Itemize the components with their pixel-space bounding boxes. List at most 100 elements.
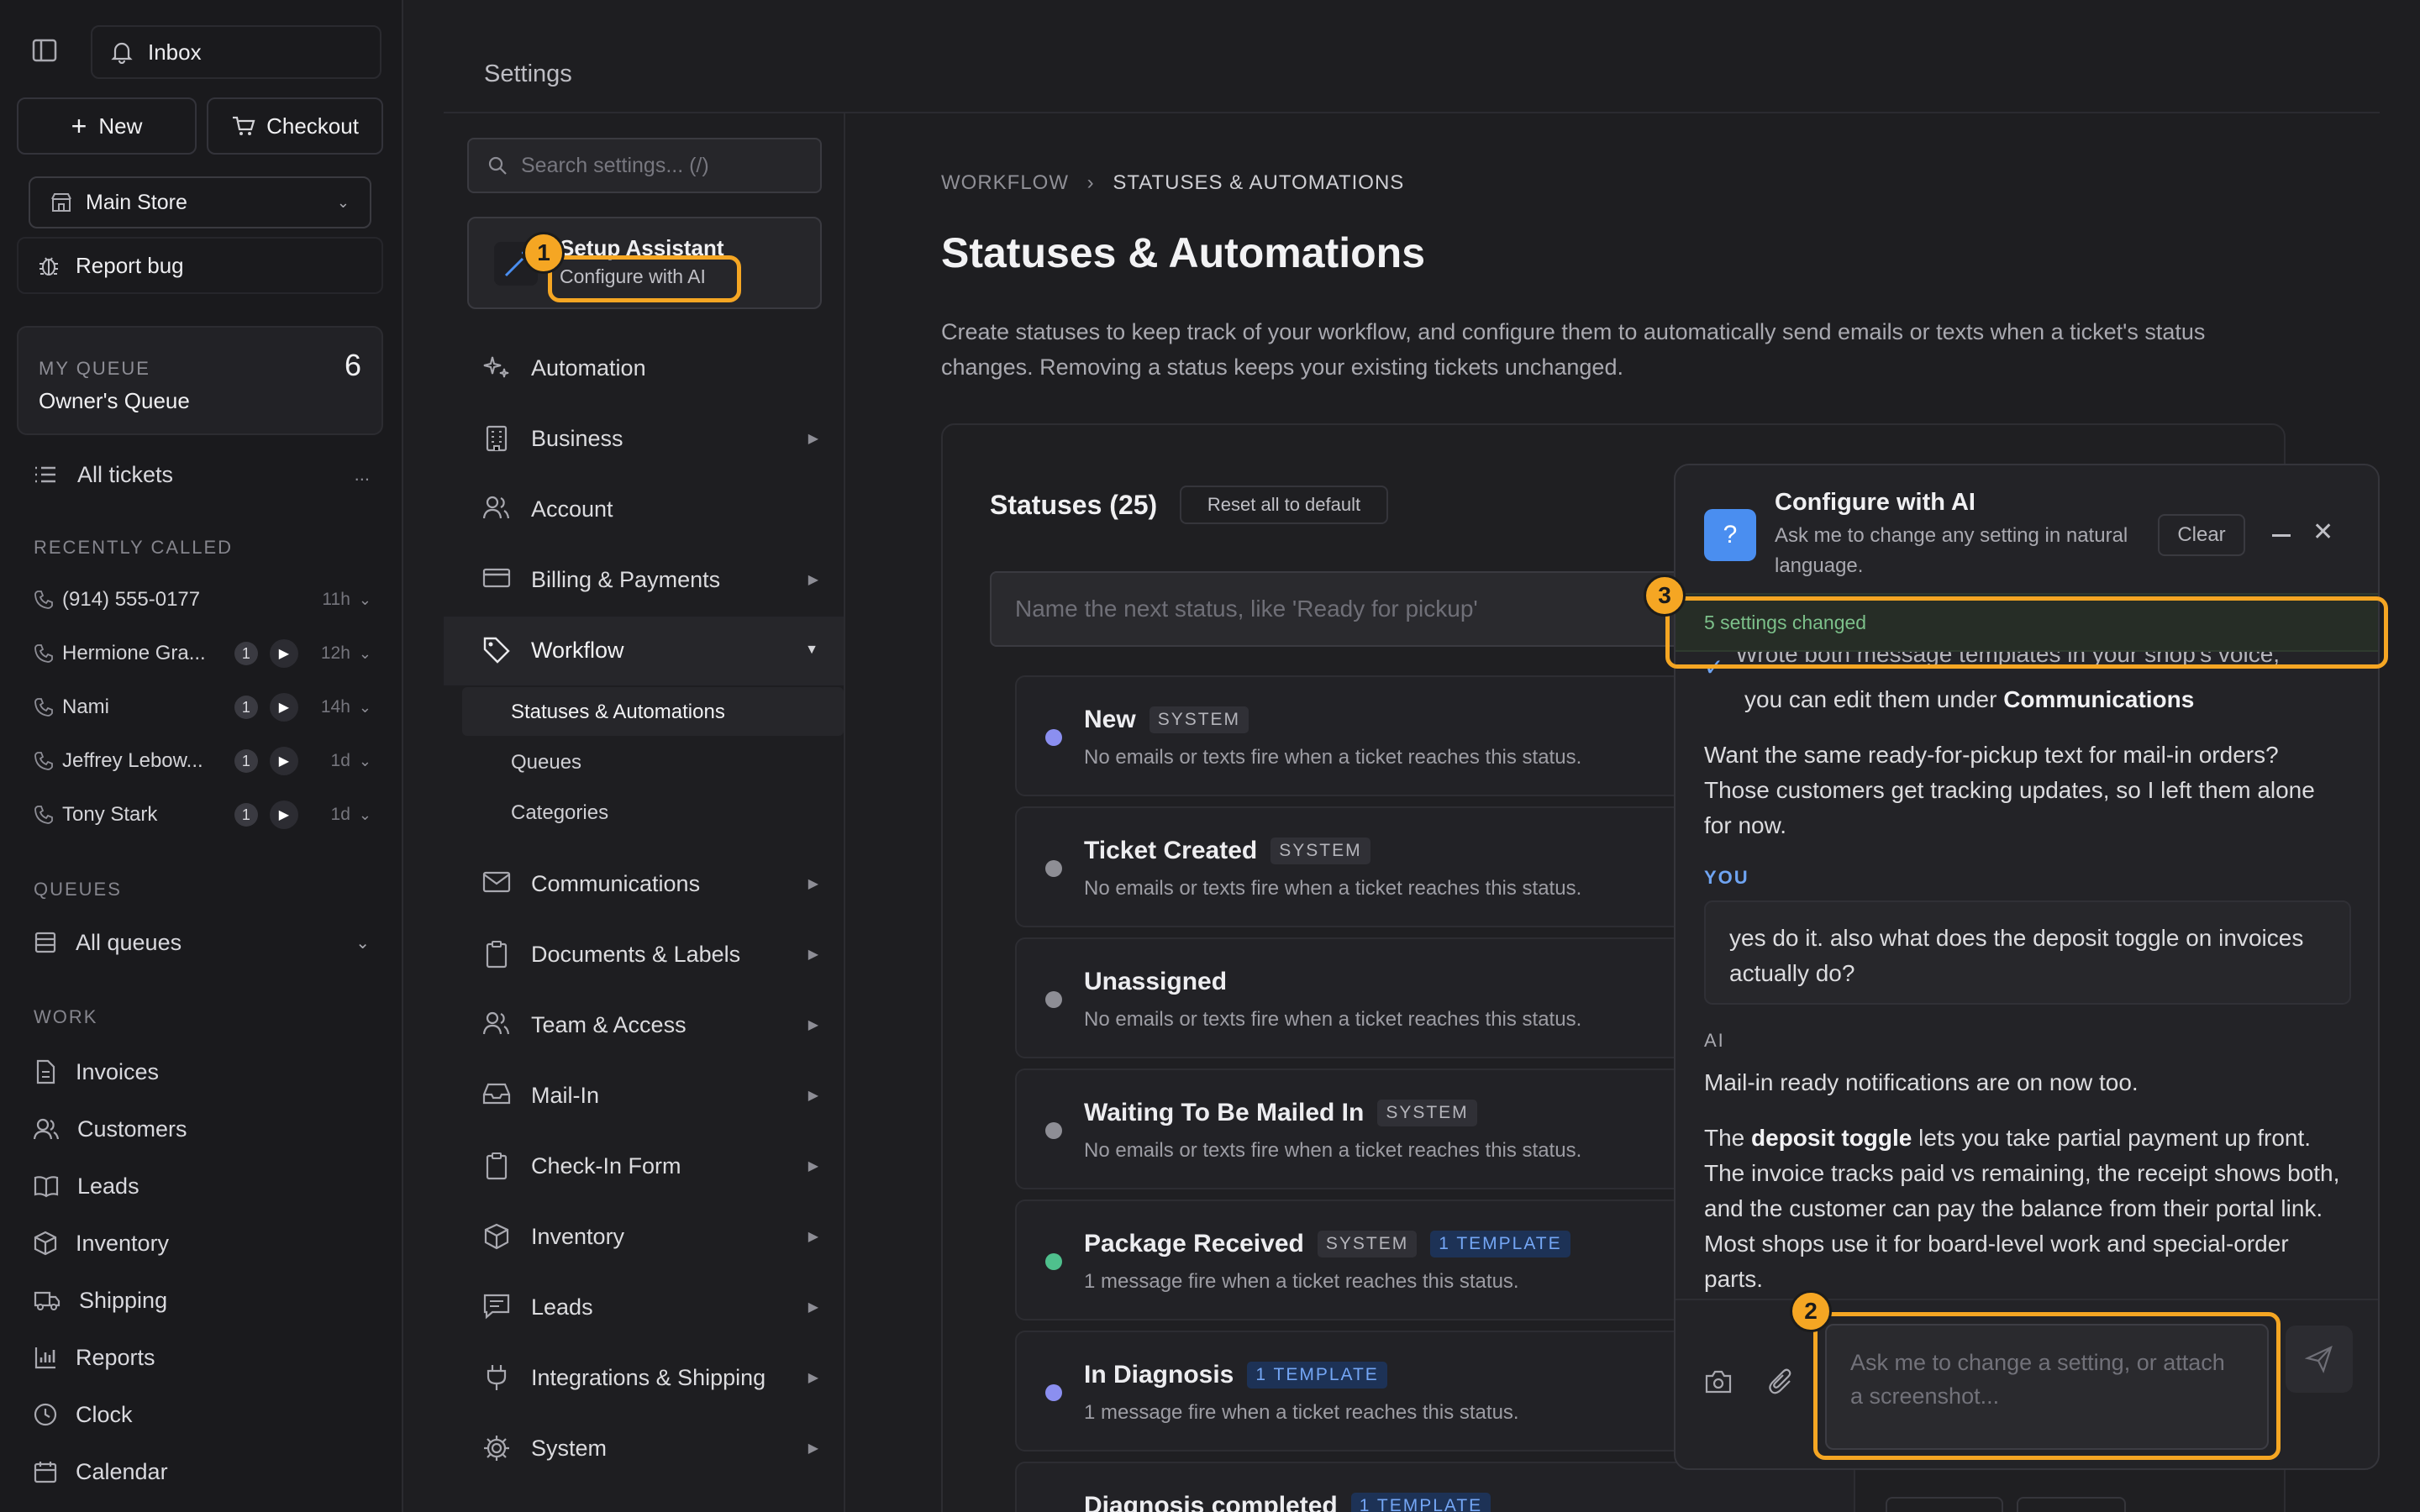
settings-menu-documents[interactable]: Documents & Labels ▶ [482, 936, 818, 973]
row-action-button[interactable] [2017, 1497, 2126, 1512]
call-row[interactable]: Hermione Gra... 1 ▶ 12h ⌄ [34, 637, 371, 670]
submenu-statuses[interactable]: Statuses & Automations [511, 701, 725, 724]
breadcrumb-workflow[interactable]: WORKFLOW [941, 171, 1069, 194]
play-icon[interactable]: ▶ [269, 639, 298, 668]
settings-menu-business[interactable]: Business ▶ [482, 420, 818, 457]
nav-invoices[interactable]: Invoices [34, 1055, 370, 1089]
settings-menu-check-in[interactable]: Check-In Form ▶ [482, 1147, 818, 1184]
settings-menu-account[interactable]: Account [482, 491, 818, 528]
nav-calendar[interactable]: Calendar [34, 1455, 370, 1488]
nav-clock[interactable]: Clock [34, 1398, 370, 1431]
bell-icon [111, 40, 133, 64]
settings-menu-inventory[interactable]: Inventory ▶ [482, 1218, 818, 1255]
settings-menu-team[interactable]: Team & Access ▶ [482, 1006, 818, 1043]
send-icon [2305, 1345, 2333, 1373]
you-label: YOU [1704, 867, 1749, 888]
caret-right-icon: ▶ [808, 573, 818, 587]
phone-icon [34, 697, 54, 717]
nav-label: Invoices [76, 1058, 160, 1084]
caret-right-icon: ▶ [808, 1159, 818, 1173]
report-bug-button[interactable]: Report bug [17, 237, 383, 294]
chevron-down-icon[interactable]: ⌄ [359, 753, 371, 770]
settings-menu-workflow[interactable]: Workflow ▼ [482, 632, 818, 669]
settings-menu-system[interactable]: System ▶ [482, 1430, 818, 1467]
nav-inventory[interactable]: Inventory [34, 1226, 370, 1260]
checkout-button[interactable]: Checkout [207, 97, 383, 155]
nav-label: Reports [76, 1344, 155, 1370]
nav-leads[interactable]: Leads [34, 1169, 370, 1203]
chevron-down-icon[interactable]: ⌄ [359, 699, 371, 717]
play-icon[interactable]: ▶ [269, 747, 298, 775]
bar-chart-icon [34, 1346, 57, 1369]
nav-customers[interactable]: Customers [34, 1112, 370, 1146]
menu-label: Workflow [531, 637, 624, 663]
menu-label: Automation [531, 354, 646, 381]
chevron-down-icon[interactable]: ⌄ [359, 806, 371, 824]
send-button[interactable] [2286, 1326, 2353, 1393]
system-tag: SYSTEM [1149, 706, 1249, 733]
new-button[interactable]: + New [17, 97, 197, 155]
message-icon [482, 1293, 511, 1321]
box-icon [482, 1222, 511, 1251]
clear-button[interactable]: Clear [2158, 514, 2245, 556]
store-select[interactable]: Main Store ⌄ [29, 176, 371, 228]
more-icon[interactable]: ... [355, 464, 370, 486]
my-queue-card[interactable]: MY QUEUE Owner's Queue 6 [17, 326, 383, 435]
settings-search-input[interactable]: Search settings... (/) [467, 138, 822, 193]
new-label: New [98, 113, 143, 139]
report-bug-label: Report bug [76, 252, 184, 278]
settings-menu-automation[interactable]: Automation [482, 349, 818, 386]
menu-label: Integrations & Shipping [531, 1364, 766, 1390]
status-name: Package Received [1084, 1230, 1304, 1257]
statuses-heading: Statuses (25) [990, 490, 1158, 520]
all-tickets-link[interactable]: All tickets ... [34, 458, 370, 491]
user-message: yes do it. also what does the deposit to… [1704, 900, 2351, 1005]
inbox-button[interactable]: Inbox [91, 25, 381, 79]
call-row[interactable]: Tony Stark 1 ▶ 1d ⌄ [34, 798, 371, 832]
clipboard-icon [482, 940, 511, 969]
settings-menu-billing[interactable]: Billing & Payments ▶ [482, 561, 818, 598]
settings-menu-communications[interactable]: Communications ▶ [482, 865, 818, 902]
sparkles-icon [482, 354, 511, 382]
menu-label: Mail-In [531, 1082, 600, 1108]
paperclip-icon[interactable] [1768, 1368, 1795, 1396]
call-row[interactable]: Nami 1 ▶ 14h ⌄ [34, 690, 371, 724]
reset-all-button[interactable]: Reset all to default [1180, 486, 1388, 524]
close-icon[interactable]: ✕ [2312, 517, 2333, 547]
settings-menu-mail-in[interactable]: Mail-In ▶ [482, 1077, 818, 1114]
settings-menu-leads[interactable]: Leads ▶ [482, 1289, 818, 1326]
caret-right-icon: ▶ [808, 1371, 818, 1385]
minimize-icon[interactable] [2272, 534, 2291, 537]
call-name: Jeffrey Lebow... [62, 749, 203, 772]
chevron-down-icon[interactable]: ⌄ [359, 645, 371, 663]
chevron-down-icon[interactable]: ⌄ [355, 932, 370, 953]
camera-icon[interactable] [1704, 1369, 1733, 1394]
sidebar-toggle-icon[interactable] [32, 39, 62, 67]
menu-label: Team & Access [531, 1011, 687, 1037]
ai-reply-1: Mail-in ready notifications are on now t… [1704, 1069, 2139, 1095]
settings-menu-integrations[interactable]: Integrations & Shipping ▶ [482, 1359, 818, 1396]
ai-panel-subtitle: Ask me to change any setting in natural … [1775, 524, 2128, 577]
call-row[interactable]: (914) 555-0177 11h ⌄ [34, 583, 371, 617]
row-action-button[interactable] [1886, 1497, 2003, 1512]
chevron-down-icon[interactable]: ⌄ [359, 591, 371, 609]
play-icon[interactable]: ▶ [269, 693, 298, 722]
status-name: New [1084, 706, 1136, 733]
nav-reports[interactable]: Reports [34, 1341, 370, 1374]
page-description: Create statuses to keep track of your wo… [941, 319, 2206, 380]
submenu-categories[interactable]: Categories [511, 801, 608, 825]
status-description: No emails or texts fire when a ticket re… [1084, 877, 1582, 900]
nav-shipping[interactable]: Shipping [34, 1284, 370, 1317]
caret-right-icon: ▶ [808, 1089, 818, 1103]
clipboard-icon [482, 1152, 511, 1180]
annotation-marker: 1 [523, 232, 565, 274]
all-queues-link[interactable]: All queues ⌄ [34, 926, 370, 959]
queues-heading: QUEUES [34, 879, 122, 900]
submenu-queues[interactable]: Queues [511, 751, 581, 774]
edit-hint-link[interactable]: Communications [2003, 686, 2194, 712]
play-icon[interactable]: ▶ [269, 801, 298, 829]
new-status-input[interactable]: Name the next status, like 'Ready for pi… [990, 571, 1746, 647]
call-row[interactable]: Jeffrey Lebow... 1 ▶ 1d ⌄ [34, 744, 371, 778]
nav-label: Customers [77, 1116, 187, 1142]
chevron-down-icon: ⌄ [336, 193, 350, 211]
